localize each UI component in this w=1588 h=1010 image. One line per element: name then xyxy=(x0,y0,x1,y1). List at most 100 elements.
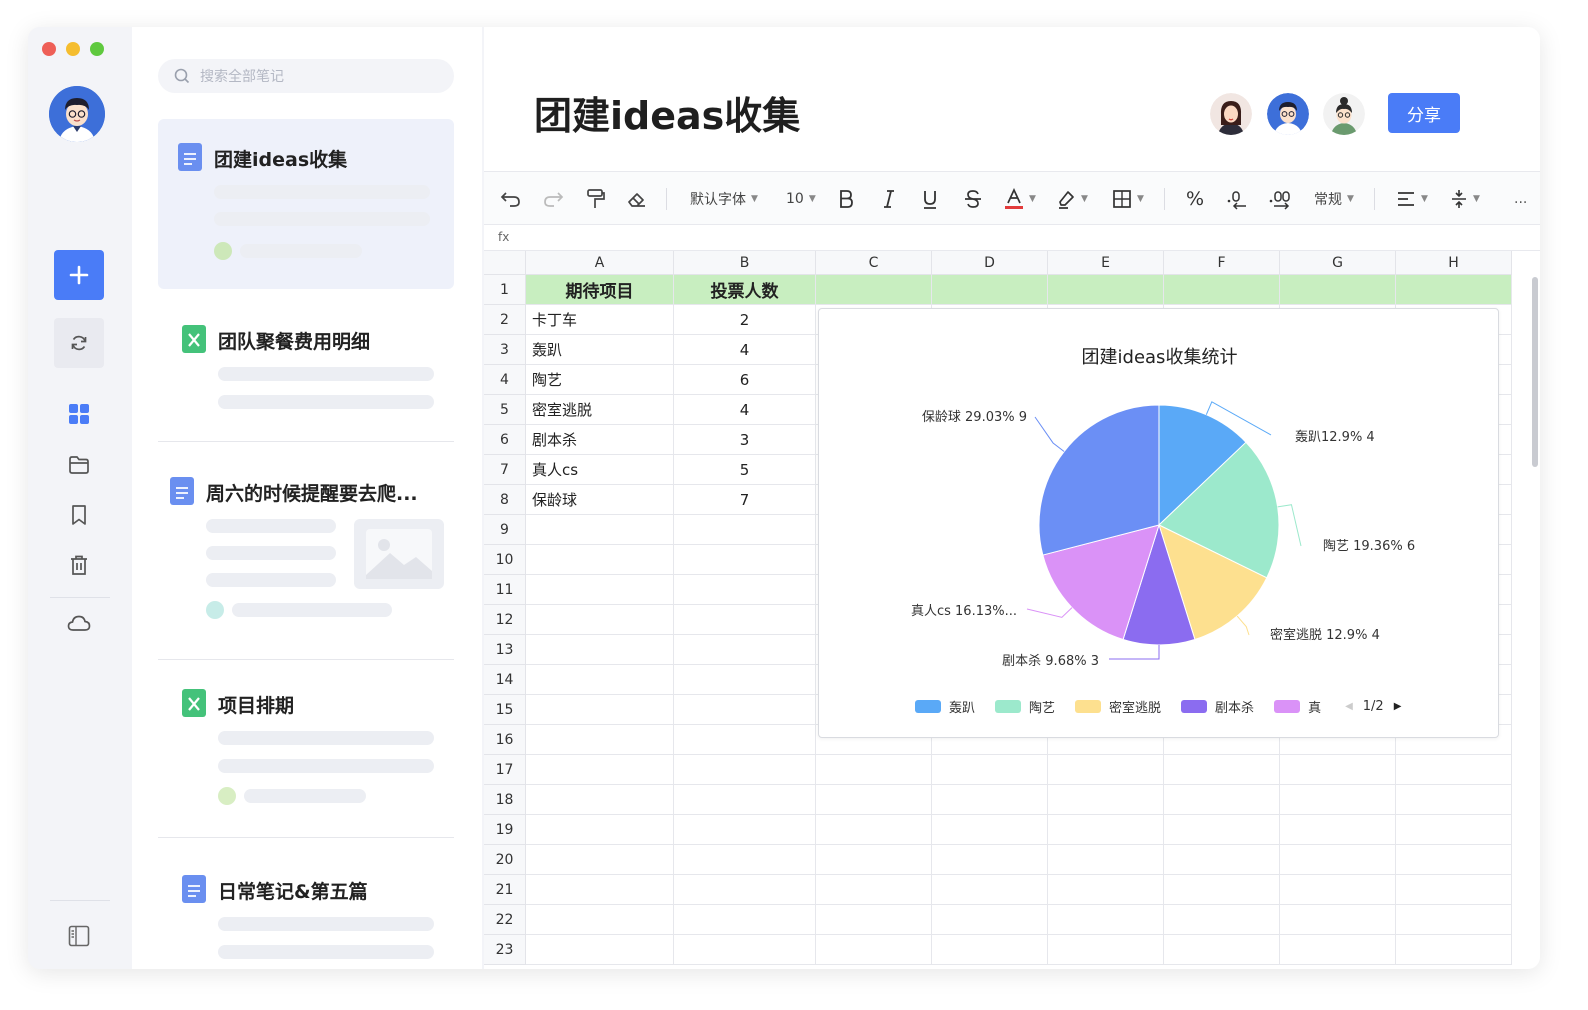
table-cell[interactable] xyxy=(1048,275,1164,305)
table-cell[interactable] xyxy=(1280,755,1396,785)
table-cell[interactable] xyxy=(526,875,674,905)
table-cell[interactable] xyxy=(526,635,674,665)
table-cell[interactable] xyxy=(932,935,1048,965)
undo-button[interactable] xyxy=(500,186,522,212)
row-header[interactable]: 18 xyxy=(484,785,526,815)
table-cell[interactable] xyxy=(1164,935,1280,965)
row-header[interactable]: 9 xyxy=(484,515,526,545)
more-tools-button[interactable]: ... xyxy=(1514,186,1527,212)
vertical-align-select[interactable]: ▼ xyxy=(1450,186,1480,212)
bold-button[interactable] xyxy=(838,186,854,212)
row-header[interactable]: 8 xyxy=(484,485,526,515)
formula-bar[interactable]: fx xyxy=(484,225,1540,251)
table-cell[interactable]: 卡丁车 xyxy=(526,305,674,335)
row-header[interactable]: 1 xyxy=(484,275,526,305)
column-title-cell[interactable]: 期待项目 xyxy=(526,275,674,305)
table-cell[interactable] xyxy=(1048,875,1164,905)
table-cell[interactable] xyxy=(932,875,1048,905)
legend-item[interactable]: 密室逃脱 xyxy=(1075,697,1161,716)
sync-button[interactable] xyxy=(54,318,104,368)
table-cell[interactable] xyxy=(674,635,816,665)
table-cell[interactable] xyxy=(816,275,932,305)
table-cell[interactable] xyxy=(932,815,1048,845)
table-cell[interactable] xyxy=(1396,935,1512,965)
note-item[interactable]: 日常笔记&第五篇 xyxy=(158,857,454,969)
table-cell[interactable] xyxy=(526,755,674,785)
table-cell[interactable] xyxy=(816,815,932,845)
note-item[interactable]: 团建ideas收集 xyxy=(158,119,454,289)
row-header[interactable]: 23 xyxy=(484,935,526,965)
table-cell[interactable] xyxy=(1396,785,1512,815)
table-cell[interactable] xyxy=(1048,845,1164,875)
table-cell[interactable] xyxy=(1396,275,1512,305)
table-cell[interactable] xyxy=(526,815,674,845)
row-header[interactable]: 21 xyxy=(484,875,526,905)
table-cell[interactable] xyxy=(1048,785,1164,815)
table-cell[interactable] xyxy=(816,935,932,965)
table-cell[interactable] xyxy=(674,725,816,755)
table-cell[interactable] xyxy=(674,785,816,815)
table-cell[interactable]: 4 xyxy=(674,335,816,365)
table-cell[interactable] xyxy=(674,605,816,635)
collaborator-avatar[interactable] xyxy=(1267,93,1309,135)
row-header[interactable]: 16 xyxy=(484,725,526,755)
row-header[interactable]: 19 xyxy=(484,815,526,845)
share-button[interactable]: 分享 xyxy=(1388,93,1460,133)
redo-button[interactable] xyxy=(542,186,564,212)
table-cell[interactable] xyxy=(816,905,932,935)
fill-color-button[interactable]: ▼ xyxy=(1056,186,1088,212)
column-header[interactable]: G xyxy=(1280,251,1396,275)
note-item[interactable]: 团队聚餐费用明细 xyxy=(158,309,454,439)
row-header[interactable]: 11 xyxy=(484,575,526,605)
legend-item[interactable]: 轰趴 xyxy=(915,697,975,716)
strikethrough-button[interactable] xyxy=(964,186,982,212)
table-cell[interactable] xyxy=(1164,275,1280,305)
minimize-window-button[interactable] xyxy=(66,42,80,56)
cloud-nav[interactable] xyxy=(66,610,92,636)
table-cell[interactable] xyxy=(1280,935,1396,965)
table-cell[interactable] xyxy=(816,755,932,785)
table-cell[interactable] xyxy=(526,935,674,965)
table-cell[interactable] xyxy=(1164,905,1280,935)
column-header[interactable]: D xyxy=(932,251,1048,275)
row-header[interactable]: 14 xyxy=(484,665,526,695)
table-cell[interactable]: 轰趴 xyxy=(526,335,674,365)
row-header[interactable]: 10 xyxy=(484,545,526,575)
select-all-corner[interactable] xyxy=(484,251,526,275)
table-cell[interactable] xyxy=(526,845,674,875)
all-notes-nav[interactable] xyxy=(66,401,92,427)
row-header[interactable]: 20 xyxy=(484,845,526,875)
note-item[interactable]: 项目排期 xyxy=(158,675,454,825)
user-avatar[interactable] xyxy=(49,86,105,142)
table-cell[interactable] xyxy=(674,815,816,845)
table-cell[interactable] xyxy=(526,605,674,635)
table-cell[interactable] xyxy=(674,845,816,875)
column-header[interactable]: H xyxy=(1396,251,1512,275)
table-cell[interactable] xyxy=(816,845,932,875)
table-cell[interactable] xyxy=(816,875,932,905)
row-header[interactable]: 3 xyxy=(484,335,526,365)
close-window-button[interactable] xyxy=(42,42,56,56)
table-cell[interactable] xyxy=(526,665,674,695)
table-cell[interactable]: 5 xyxy=(674,455,816,485)
table-cell[interactable]: 真人cs xyxy=(526,455,674,485)
row-header[interactable]: 4 xyxy=(484,365,526,395)
table-cell[interactable] xyxy=(526,695,674,725)
column-header[interactable]: B xyxy=(674,251,816,275)
table-cell[interactable] xyxy=(674,905,816,935)
format-painter-button[interactable] xyxy=(586,186,606,212)
column-title-cell[interactable]: 投票人数 xyxy=(674,275,816,305)
table-cell[interactable]: 剧本杀 xyxy=(526,425,674,455)
note-item[interactable]: 周六的时候提醒要去爬... xyxy=(158,457,454,647)
table-cell[interactable] xyxy=(674,515,816,545)
table-cell[interactable]: 7 xyxy=(674,485,816,515)
table-cell[interactable]: 陶艺 xyxy=(526,365,674,395)
table-cell[interactable]: 6 xyxy=(674,365,816,395)
table-cell[interactable]: 4 xyxy=(674,395,816,425)
column-header[interactable]: C xyxy=(816,251,932,275)
row-header[interactable]: 6 xyxy=(484,425,526,455)
row-header[interactable]: 13 xyxy=(484,635,526,665)
new-note-button[interactable] xyxy=(54,250,104,300)
font-family-select[interactable]: 默认字体 ▼ xyxy=(690,186,758,212)
collaborator-avatar[interactable] xyxy=(1210,93,1252,135)
